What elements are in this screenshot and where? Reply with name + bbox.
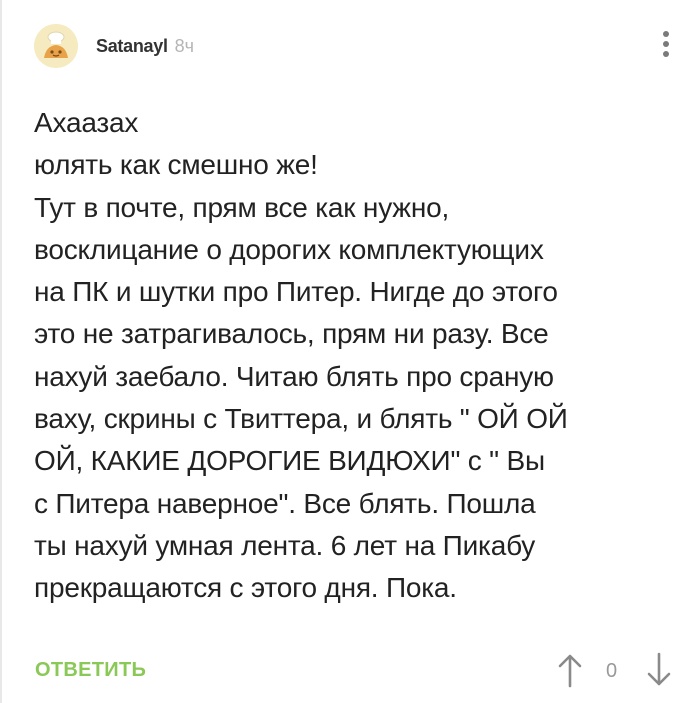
comment-line: на ПК и шутки про Питер. Нигде до этого — [34, 276, 558, 308]
timestamp: 8ч — [174, 35, 195, 56]
arrow-up-icon[interactable] — [557, 652, 583, 688]
comment-header: Satanayl 8ч — [34, 24, 194, 68]
more-vertical-icon[interactable] — [662, 31, 670, 59]
comment-line: юлять как смешно же! — [34, 149, 318, 181]
username[interactable]: Satanayl — [96, 36, 168, 57]
avatar[interactable] — [34, 24, 78, 68]
comment-line: прекращаются с этого дня. Пока. — [34, 572, 457, 604]
comment: Satanayl 8ч Ахаазах юлять как смешно же!… — [0, 0, 700, 703]
arrow-down-icon[interactable] — [646, 652, 672, 688]
comment-line: ваху, скрины с Твиттера, и блять " ОЙ ОЙ — [34, 403, 568, 435]
comment-line: ОЙ, КАКИЕ ДОРОГИЕ ВИДЮХИ" с " Вы — [34, 445, 545, 477]
comment-line: с Питера наверное". Все блять. Пошла — [34, 487, 536, 519]
reply-button[interactable]: ОТВЕТИТЬ — [35, 659, 146, 682]
comment-line: восклицание о дорогих комплектующих — [34, 233, 544, 265]
avatar-image — [34, 24, 78, 68]
comment-footer: ОТВЕТИТЬ 0 — [0, 650, 700, 692]
comment-line: Ахаазах — [34, 107, 139, 138]
comment-line: Тут в почте, прям все как нужно, — [34, 191, 450, 223]
rating-value: 0 — [606, 660, 618, 682]
comment-body: Ахаазах юлять как смешно же! Тут в почте… — [34, 102, 664, 610]
comment-line: это не затрагивалось, прям ни разу. Все — [34, 318, 549, 350]
comment-line: нахуй заебало. Читаю блять про сраную — [34, 360, 554, 392]
comment-line: ты нахуй умная лента. 6 лет на Пикабу — [34, 529, 536, 561]
